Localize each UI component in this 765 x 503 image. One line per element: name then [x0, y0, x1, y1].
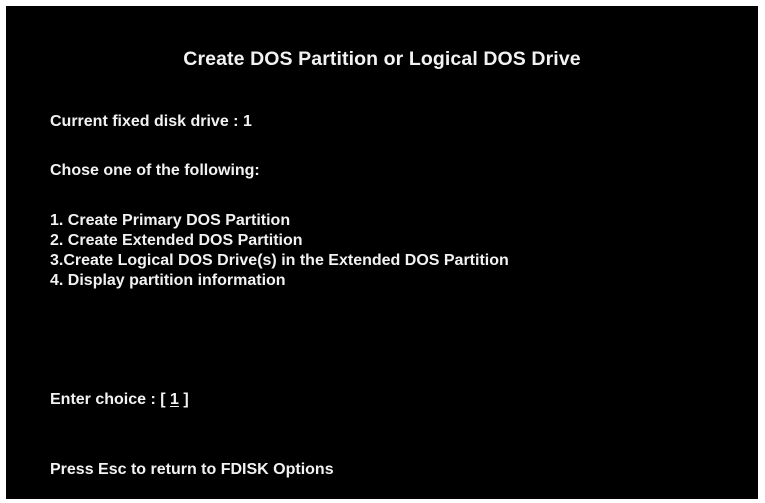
menu-item-create-logical[interactable]: 3.Create Logical DOS Drive(s) in the Ext…: [50, 251, 509, 271]
enter-choice-line: Enter choice : [ 1 ]: [50, 391, 189, 409]
menu-item-create-primary[interactable]: 1. Create Primary DOS Partition: [50, 211, 290, 231]
menu-item-create-extended[interactable]: 2. Create Extended DOS Partition: [50, 231, 303, 251]
menu-item-display-info[interactable]: 4. Display partition information: [50, 271, 286, 291]
current-drive-line: Current fixed disk drive : 1: [50, 113, 252, 130]
choice-input[interactable]: 1: [170, 391, 179, 408]
screen-title: Create DOS Partition or Logical DOS Driv…: [183, 48, 581, 70]
fdisk-screen: Create DOS Partition or Logical DOS Driv…: [6, 6, 758, 499]
prompt-line: Chose one of the following:: [50, 162, 260, 179]
footer-esc-hint: Press Esc to return to FDISK Options: [50, 461, 334, 478]
enter-choice-suffix: ]: [178, 391, 189, 408]
enter-choice-label: Enter choice : [: [50, 391, 171, 408]
